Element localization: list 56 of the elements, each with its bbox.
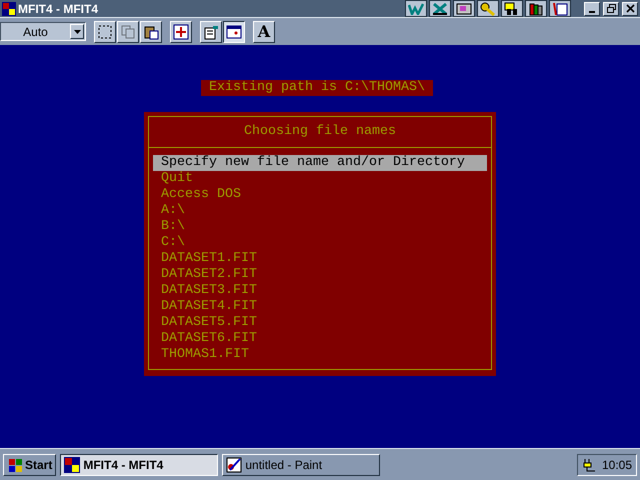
start-button[interactable]: Start bbox=[3, 454, 56, 476]
menu-item[interactable]: Access DOS bbox=[153, 187, 487, 203]
menu-item[interactable]: B:\ bbox=[153, 219, 487, 235]
zoom-select[interactable]: Auto bbox=[0, 22, 86, 41]
power-plug-icon bbox=[582, 458, 596, 472]
fullscreen-icon bbox=[173, 24, 189, 40]
taskbar-button[interactable]: untitled - Paint bbox=[222, 454, 380, 476]
image-icon bbox=[456, 2, 472, 16]
window-icon bbox=[226, 24, 242, 40]
quick-launch-button[interactable] bbox=[477, 0, 499, 17]
w-logo-icon bbox=[408, 2, 424, 14]
quick-launch-button[interactable] bbox=[405, 0, 427, 17]
menu-item[interactable]: DATASET2.FIT bbox=[153, 267, 487, 283]
windows-logo-icon bbox=[7, 458, 23, 472]
paint-icon bbox=[226, 456, 242, 472]
app-icon bbox=[2, 2, 16, 16]
close-button[interactable] bbox=[622, 2, 638, 16]
menu-item[interactable]: DATASET4.FIT bbox=[153, 299, 487, 315]
close-icon bbox=[626, 4, 634, 13]
menu-item[interactable]: Specify new file name and/or Directory bbox=[153, 155, 487, 171]
menu-item[interactable]: A:\ bbox=[153, 203, 487, 219]
menu-item[interactable]: DATASET3.FIT bbox=[153, 283, 487, 299]
window-title: MFIT4 - MFIT4 bbox=[18, 2, 98, 16]
minimize-icon bbox=[589, 10, 595, 12]
clock: 10:05 bbox=[602, 458, 632, 472]
quick-launch-button[interactable] bbox=[549, 0, 571, 17]
selection-icon bbox=[97, 24, 113, 40]
menu-item[interactable]: DATASET1.FIT bbox=[153, 251, 487, 267]
quick-launch-button[interactable] bbox=[429, 0, 451, 17]
quick-launch-button[interactable] bbox=[525, 0, 547, 17]
menu-item[interactable]: Quit bbox=[153, 171, 487, 187]
restore-icon bbox=[606, 4, 616, 13]
dialog-title: Choosing file names bbox=[149, 117, 491, 148]
toolbar-button[interactable] bbox=[223, 20, 245, 42]
taskbar-button[interactable]: MFIT4 - MFIT4 bbox=[60, 454, 218, 476]
menu-item[interactable]: DATASET6.FIT bbox=[153, 331, 487, 347]
menu-item[interactable]: C:\ bbox=[153, 235, 487, 251]
notepad-icon bbox=[552, 2, 568, 16]
font-button[interactable]: A bbox=[253, 20, 275, 42]
caret-icon bbox=[74, 30, 80, 34]
dropdown-button[interactable] bbox=[70, 24, 84, 39]
binoculars-icon bbox=[504, 2, 520, 16]
cross-icon bbox=[432, 2, 448, 16]
restore-button[interactable] bbox=[603, 2, 619, 16]
menu-item[interactable]: DATASET5.FIT bbox=[153, 315, 487, 331]
books-icon bbox=[528, 2, 544, 16]
paste-icon bbox=[143, 24, 159, 40]
path-label: Existing path is C:\THOMAS\ bbox=[201, 80, 433, 96]
key-icon bbox=[480, 2, 496, 16]
copy-icon bbox=[120, 24, 136, 40]
minimize-button[interactable] bbox=[584, 2, 600, 16]
quick-launch-button[interactable] bbox=[453, 0, 475, 17]
menu-item[interactable]: THOMAS1.FIT bbox=[153, 347, 487, 363]
quick-launch-button[interactable] bbox=[501, 0, 523, 17]
properties-icon bbox=[203, 24, 219, 40]
app-icon bbox=[64, 456, 80, 472]
